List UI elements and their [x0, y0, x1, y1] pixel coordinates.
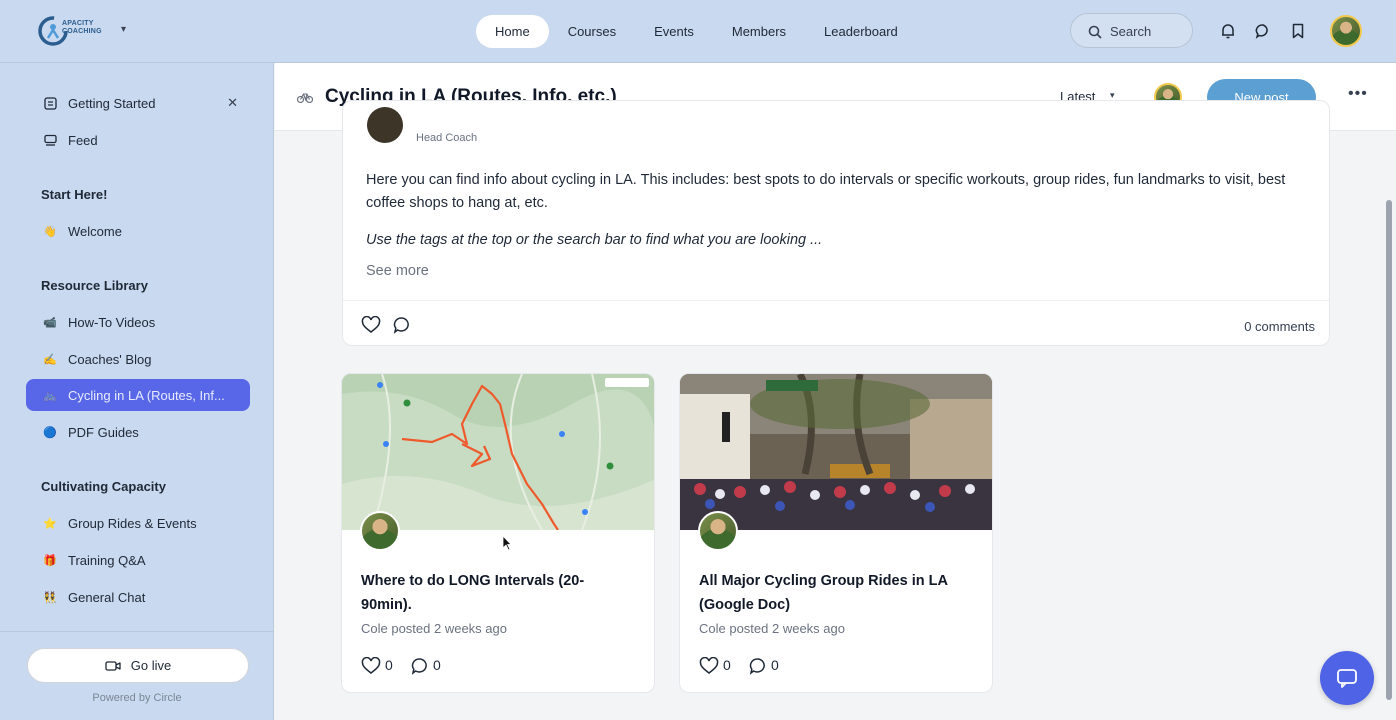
sidebar-item-label: General Chat — [68, 589, 146, 605]
close-icon[interactable]: ✕ — [227, 95, 238, 111]
sidebar-item-label: Welcome — [68, 223, 122, 239]
sidebar-item-group-rides[interactable]: ⭐ Group Rides & Events — [26, 507, 250, 539]
user-avatar[interactable] — [1330, 15, 1362, 47]
sidebar-item-getting-started[interactable]: Getting Started ✕ — [26, 87, 250, 119]
divider — [343, 300, 1329, 301]
sidebar: Getting Started ✕ Feed Start Here! 👋 Wel… — [0, 63, 274, 720]
chat-bubble-icon — [1337, 669, 1357, 688]
main-scrollbar[interactable] — [1386, 200, 1392, 700]
bookmarks-icon[interactable] — [1289, 22, 1307, 40]
post-title[interactable]: All Major Cycling Group Rides in LA (Goo… — [699, 569, 969, 617]
sidebar-item-label: PDF Guides — [68, 424, 139, 440]
logo-line-1: APACITY — [62, 20, 94, 27]
sidebar-item-pdf-guides[interactable]: 🔵 PDF Guides — [26, 416, 250, 448]
blue-circle-icon: 🔵 — [43, 426, 57, 439]
waving-hand-icon: 👋 — [43, 225, 57, 238]
like-count: 0 — [385, 657, 393, 673]
comment-count[interactable]: 0 comments — [1244, 319, 1315, 334]
nav-events[interactable]: Events — [635, 15, 713, 48]
sidebar-scroll-fade — [0, 621, 273, 635]
bicycle-icon — [297, 93, 313, 103]
sidebar-item-label: Training Q&A — [68, 552, 146, 568]
post-body: Here you can find info about cycling in … — [366, 172, 1286, 211]
powered-by-circle-link[interactable]: Powered by Circle — [0, 692, 274, 704]
bicycle-icon: 🚲 — [43, 389, 57, 402]
sidebar-item-training-qa[interactable]: 🎁 Training Q&A — [26, 544, 250, 576]
sidebar-item-cycling-in-la[interactable]: 🚲 Cycling in LA (Routes, Inf... — [26, 379, 250, 411]
search-label: Search — [1110, 24, 1152, 39]
post-card[interactable]: All Major Cycling Group Rides in LA (Goo… — [679, 373, 993, 693]
comment-icon[interactable] — [749, 657, 767, 675]
more-options-icon[interactable]: ••• — [1348, 85, 1368, 103]
go-live-label: Go live — [130, 658, 172, 673]
sidebar-item-label: Cycling in LA (Routes, Inf... — [68, 387, 225, 403]
post-title[interactable]: Where to do LONG Intervals (20-90min). — [361, 569, 631, 617]
search-icon — [1088, 25, 1102, 39]
comment-icon[interactable] — [411, 657, 429, 675]
like-count: 0 — [723, 657, 731, 673]
author-avatar[interactable] — [360, 511, 400, 551]
logo-line-2: COACHING — [62, 28, 102, 35]
sidebar-item-feed[interactable]: Feed — [26, 124, 250, 156]
sidebar-item-label: Group Rides & Events — [68, 515, 197, 531]
sidebar-item-how-to-videos[interactable]: 📹 How-To Videos — [26, 306, 250, 338]
author-avatar[interactable] — [367, 107, 403, 143]
post-meta: Cole posted 2 weeks ago — [361, 621, 507, 636]
post-body-italic: Use the tags at the top or the search ba… — [366, 232, 823, 248]
sidebar-item-label: Coaches' Blog — [68, 351, 152, 367]
nav-members[interactable]: Members — [713, 15, 805, 48]
sidebar-item-coaches-blog[interactable]: ✍️ Coaches' Blog — [26, 343, 250, 375]
heart-icon[interactable] — [699, 657, 719, 675]
author-avatar[interactable] — [698, 511, 738, 551]
comment-count: 0 — [433, 657, 441, 673]
nav-courses[interactable]: Courses — [549, 15, 635, 48]
post-meta: Cole posted 2 weeks ago — [699, 621, 845, 636]
nav-home[interactable]: Home — [476, 15, 549, 48]
getting-started-icon — [43, 96, 57, 110]
notifications-bell-icon[interactable] — [1219, 22, 1237, 40]
route-map-image — [342, 374, 654, 530]
sidebar-item-welcome[interactable]: 👋 Welcome — [26, 215, 250, 247]
go-live-button[interactable]: Go live — [27, 648, 249, 683]
chat-support-button[interactable] — [1320, 651, 1374, 705]
nav-leaderboard[interactable]: Leaderboard — [805, 15, 917, 48]
heart-icon[interactable] — [361, 657, 381, 675]
writing-hand-icon: ✍️ — [43, 353, 57, 366]
gift-icon: 🎁 — [43, 554, 57, 567]
video-camera-icon: 📹 — [43, 316, 57, 329]
post-card[interactable]: Where to do LONG Intervals (20-90min). C… — [341, 373, 655, 693]
comment-icon[interactable] — [393, 316, 411, 334]
main-nav: Home Courses Events Members Leaderboard — [476, 15, 917, 48]
search-button[interactable]: Search — [1070, 13, 1193, 48]
sidebar-item-label: Getting Started — [68, 95, 156, 111]
messages-chat-icon[interactable] — [1254, 22, 1272, 40]
mouse-cursor-icon — [502, 535, 512, 551]
sidebar-item-label: How-To Videos — [68, 314, 156, 330]
heart-icon[interactable] — [361, 316, 381, 334]
comment-count: 0 — [771, 657, 779, 673]
section-heading-start-here: Start Here! — [41, 187, 108, 202]
pinned-post-card: Head Coach Here you can find info about … — [342, 100, 1330, 346]
video-camera-icon — [105, 660, 121, 671]
see-more-link[interactable]: See more — [366, 263, 429, 279]
section-heading-resource-library: Resource Library — [41, 278, 148, 293]
people-icon: 👯 — [43, 591, 57, 604]
sidebar-item-general-chat[interactable]: 👯 General Chat — [26, 581, 250, 613]
author-role: Head Coach — [416, 132, 478, 144]
section-heading-cultivating-capacity: Cultivating Capacity — [41, 479, 166, 494]
sidebar-divider — [0, 631, 273, 632]
feed-icon — [43, 133, 57, 147]
sidebar-item-label: Feed — [68, 132, 98, 148]
logo-wordmark: APACITY COACHING — [62, 20, 102, 36]
community-switcher-chevron-icon[interactable]: ▾ — [121, 24, 126, 35]
top-navigation-bar: APACITY COACHING ▾ Home Courses Events M… — [0, 0, 1396, 63]
group-ride-photo — [680, 374, 992, 530]
star-icon: ⭐ — [43, 517, 57, 530]
